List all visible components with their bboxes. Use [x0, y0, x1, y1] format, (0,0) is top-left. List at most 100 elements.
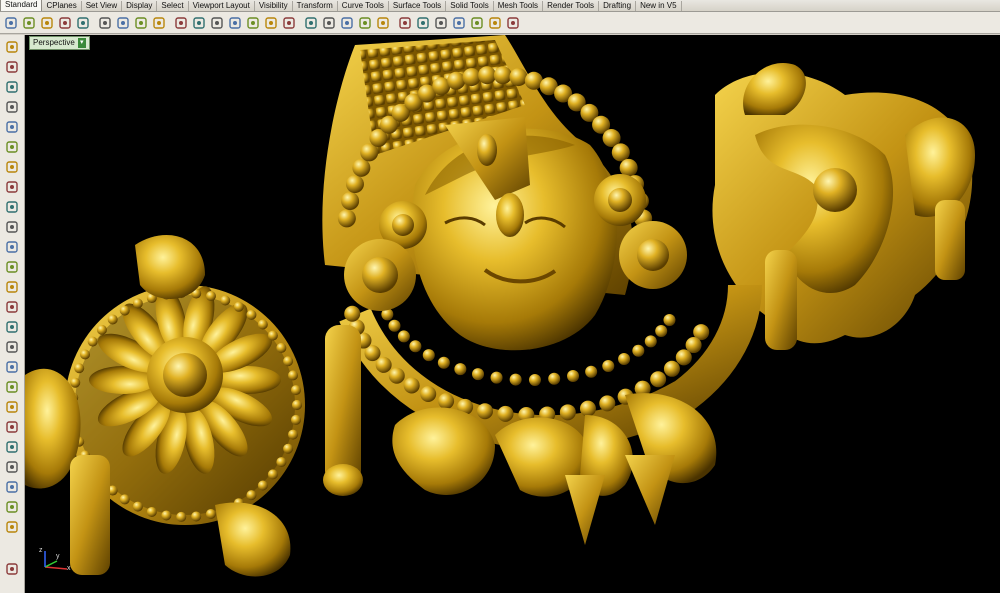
curve-icon[interactable]	[4, 199, 20, 215]
osnap-icon[interactable]	[486, 14, 503, 31]
viewport-menu-arrow-icon[interactable]: ▾	[77, 38, 86, 48]
bead	[220, 295, 231, 306]
scroll-down-icon[interactable]	[4, 561, 20, 577]
four-viewports-icon[interactable]	[302, 14, 319, 31]
viewport-tab[interactable]: Perspective ▾	[29, 36, 90, 50]
bead	[454, 363, 467, 376]
cplane-icon[interactable]	[320, 14, 337, 31]
extrude-icon[interactable]	[4, 259, 20, 275]
color-wheel-icon[interactable]	[414, 14, 431, 31]
zoom-window-icon[interactable]	[262, 14, 279, 31]
tab-viewport-layout[interactable]: Viewport Layout	[189, 1, 255, 11]
zoom-selected-icon[interactable]	[280, 14, 297, 31]
bead	[107, 314, 118, 325]
mesh-icon[interactable]	[4, 319, 20, 335]
array-icon[interactable]	[4, 499, 20, 515]
bead	[205, 291, 216, 302]
edit-point-icon[interactable]	[4, 339, 20, 355]
bead	[567, 370, 580, 383]
layer-icon[interactable]	[396, 14, 413, 31]
bead	[644, 335, 657, 348]
dimension-icon[interactable]	[4, 479, 20, 495]
bead	[80, 349, 91, 360]
bead	[422, 349, 435, 362]
trim-icon[interactable]	[4, 359, 20, 375]
tab-surface-tools[interactable]: Surface Tools	[389, 1, 447, 11]
pan-icon[interactable]	[172, 14, 189, 31]
bead	[345, 175, 364, 194]
bead	[478, 66, 497, 85]
surface-icon[interactable]	[4, 239, 20, 255]
tab-cplanes[interactable]: CPlanes	[42, 1, 82, 11]
bead	[437, 356, 450, 369]
zoom-extents-icon[interactable]	[244, 14, 261, 31]
tab-display[interactable]: Display	[122, 1, 158, 11]
main-left-toolbar	[0, 35, 25, 593]
split-icon[interactable]	[4, 379, 20, 395]
paste-icon[interactable]	[132, 14, 149, 31]
copy-icon[interactable]	[114, 14, 131, 31]
new-icon[interactable]	[2, 14, 19, 31]
open-icon[interactable]	[20, 14, 37, 31]
tab-set-view[interactable]: Set View	[82, 1, 123, 11]
block-icon[interactable]	[4, 519, 20, 535]
undo-icon[interactable]	[150, 14, 167, 31]
text-icon[interactable]	[4, 459, 20, 475]
bead	[618, 352, 631, 365]
axis-z-label: z	[39, 547, 43, 554]
render-icon[interactable]	[432, 14, 449, 31]
bead	[191, 511, 202, 522]
tab-solid-tools[interactable]: Solid Tools	[446, 1, 494, 11]
bead	[288, 370, 299, 381]
polygon-icon[interactable]	[4, 159, 20, 175]
import-icon[interactable]	[74, 14, 91, 31]
options-icon[interactable]	[468, 14, 485, 31]
join-icon[interactable]	[4, 399, 20, 415]
solid-icon[interactable]	[4, 299, 20, 315]
group-icon[interactable]	[4, 439, 20, 455]
polyline-icon[interactable]	[4, 79, 20, 95]
tab-select[interactable]: Select	[157, 1, 189, 11]
box-icon[interactable]	[4, 279, 20, 295]
ellipse-icon[interactable]	[4, 139, 20, 155]
bead	[497, 405, 514, 422]
bead	[579, 400, 596, 417]
tab-mesh-tools[interactable]: Mesh Tools	[494, 1, 544, 11]
tab-visibility[interactable]: Visibility	[255, 1, 293, 11]
bead	[490, 371, 503, 384]
rectangle-icon[interactable]	[4, 179, 20, 195]
bead	[267, 469, 278, 480]
tab-new-in-v5[interactable]: New in V5	[636, 1, 682, 11]
explode-icon[interactable]	[4, 419, 20, 435]
line-icon[interactable]	[4, 59, 20, 75]
zoom-icon[interactable]	[226, 14, 243, 31]
bead	[472, 368, 485, 381]
cut-icon[interactable]	[96, 14, 113, 31]
axis-x-label: x	[67, 565, 71, 572]
print-icon[interactable]	[56, 14, 73, 31]
bead	[276, 342, 287, 353]
bead	[655, 325, 668, 338]
select-icon[interactable]	[356, 14, 373, 31]
viewport-title: Perspective	[33, 38, 75, 47]
bead	[291, 414, 302, 425]
bead	[246, 490, 257, 501]
tab-curve-tools[interactable]: Curve Tools	[338, 1, 389, 11]
tab-standard[interactable]: Standard	[0, 0, 43, 11]
bead	[291, 385, 302, 396]
tab-transform[interactable]: Transform	[293, 1, 338, 11]
grid-icon[interactable]	[338, 14, 355, 31]
save-icon[interactable]	[38, 14, 55, 31]
tab-drafting[interactable]: Drafting	[599, 1, 637, 11]
rotate-view-icon[interactable]	[208, 14, 225, 31]
point-icon[interactable]	[4, 39, 20, 55]
move-view-icon[interactable]	[190, 14, 207, 31]
perspective-viewport[interactable]: Perspective ▾ x y z	[25, 35, 1000, 593]
tab-render-tools[interactable]: Render Tools	[543, 1, 600, 11]
circle-icon[interactable]	[4, 99, 20, 115]
light-icon[interactable]	[374, 14, 391, 31]
material-icon[interactable]	[450, 14, 467, 31]
fillet-icon[interactable]	[4, 219, 20, 235]
help-icon[interactable]	[504, 14, 521, 31]
arc-icon[interactable]	[4, 119, 20, 135]
